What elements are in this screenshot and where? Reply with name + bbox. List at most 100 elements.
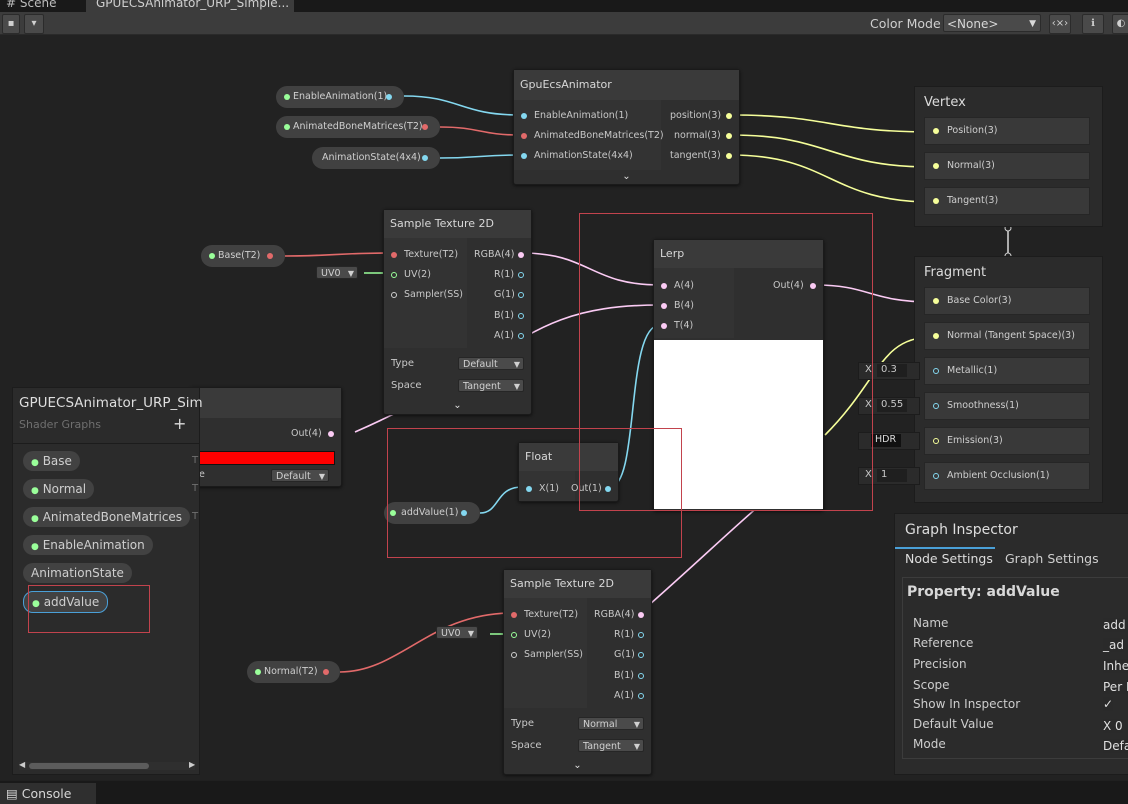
- collapse-chevron-icon[interactable]: ⌄: [384, 400, 531, 414]
- output-port-icon[interactable]: [422, 155, 428, 161]
- input-port-icon[interactable]: [511, 652, 517, 658]
- output-port-icon[interactable]: [422, 124, 428, 130]
- input-port-icon[interactable]: [511, 632, 517, 638]
- console-tab[interactable]: ▤ Console: [0, 783, 96, 804]
- sample-texture-node-2[interactable]: Sample Texture 2D Texture(T2) UV(2) Samp…: [503, 569, 652, 775]
- type-dropdown[interactable]: Default ▼: [458, 357, 524, 370]
- hdr-swatch[interactable]: HDR: [871, 434, 901, 447]
- output-port-icon[interactable]: [518, 252, 524, 258]
- fragment-slot-emission[interactable]: Emission(3): [924, 427, 1090, 455]
- console-bar: [0, 781, 1128, 804]
- type-dropdown[interactable]: Normal ▼: [578, 717, 644, 730]
- property-node-state[interactable]: AnimationState(4x4): [312, 147, 440, 169]
- input-port-icon[interactable]: [511, 612, 517, 618]
- input-port-icon[interactable]: [521, 113, 527, 119]
- input-port-icon[interactable]: [933, 298, 939, 304]
- input-port-icon[interactable]: [933, 333, 939, 339]
- property-label: Base: [42, 454, 72, 468]
- output-port-icon[interactable]: [267, 253, 273, 259]
- fragment-slot-smoothness[interactable]: Smoothness(1): [924, 392, 1090, 420]
- input-port-icon[interactable]: [391, 292, 397, 298]
- output-port-icon[interactable]: [638, 693, 644, 699]
- input-port-icon[interactable]: [933, 128, 939, 134]
- output-port-icon[interactable]: [518, 272, 524, 278]
- output-port-icon[interactable]: [726, 113, 732, 119]
- space-dropdown[interactable]: Tangent ▼: [458, 379, 524, 392]
- type-value: Normal: [583, 719, 618, 730]
- smoothness-value[interactable]: 0.55: [877, 399, 907, 412]
- port-texture-label: Texture(T2): [404, 249, 459, 260]
- color-node[interactable]: Out(4) e Default ▼: [190, 387, 342, 487]
- horizontal-scrollbar[interactable]: ◀ ▶: [19, 760, 195, 770]
- uv-dropdown-1[interactable]: UV0 ▼: [316, 266, 358, 279]
- input-port-icon[interactable]: [933, 473, 939, 479]
- output-port-icon[interactable]: [386, 94, 392, 100]
- output-port-icon[interactable]: [726, 153, 732, 159]
- ao-value[interactable]: 1: [877, 469, 907, 482]
- output-port-icon[interactable]: [328, 431, 334, 437]
- show-in-inspector-label: Show In Inspector: [913, 697, 1021, 711]
- port-b-label: B(1): [494, 310, 514, 321]
- input-port-icon[interactable]: [521, 153, 527, 159]
- input-port-icon[interactable]: [391, 252, 397, 258]
- property-node-bones[interactable]: AnimatedBoneMatrices(T2): [276, 116, 440, 138]
- vertex-slot-position[interactable]: Position(3): [924, 117, 1090, 145]
- reference-field[interactable]: _ad: [1103, 638, 1124, 652]
- add-property-button[interactable]: +: [173, 414, 186, 433]
- input-port-icon[interactable]: [933, 438, 939, 444]
- port-texture-label: Texture(T2): [524, 609, 579, 620]
- vertex-slot-tangent[interactable]: Tangent(3): [924, 187, 1090, 215]
- blackboard-property-state[interactable]: AnimationState: [23, 563, 132, 583]
- output-port-icon[interactable]: [638, 612, 644, 618]
- property-node-normal[interactable]: Normal(T2): [247, 661, 340, 683]
- collapse-chevron-icon[interactable]: ⌄: [514, 170, 739, 184]
- gpu-ecs-animator-node[interactable]: GpuEcsAnimator EnableAnimation(1) Animat…: [513, 69, 740, 185]
- output-port-icon[interactable]: [518, 333, 524, 339]
- fragment-slot-ao[interactable]: Ambient Occlusion(1): [924, 462, 1090, 490]
- port-enable-label: EnableAnimation(1): [534, 110, 629, 121]
- fragment-slot-metallic[interactable]: Metallic(1): [924, 357, 1090, 385]
- input-port-icon[interactable]: [933, 368, 939, 374]
- output-port-icon[interactable]: [518, 292, 524, 298]
- output-port-icon[interactable]: [638, 632, 644, 638]
- scroll-left-icon[interactable]: ◀: [19, 760, 25, 769]
- highlight-box-addvalue: [28, 585, 150, 633]
- mode-dropdown[interactable]: Default ▼: [271, 469, 329, 482]
- vertex-slot-normal[interactable]: Normal(3): [924, 152, 1090, 180]
- property-node-base[interactable]: Base(T2): [201, 245, 285, 267]
- input-port-icon[interactable]: [933, 198, 939, 204]
- input-port-icon[interactable]: [521, 133, 527, 139]
- name-field[interactable]: add: [1103, 618, 1126, 632]
- fragment-slot-base-color[interactable]: Base Color(3): [924, 287, 1090, 315]
- blackboard-property-bones[interactable]: ● AnimatedBoneMatrices: [23, 507, 191, 527]
- sample-texture-node-1[interactable]: Sample Texture 2D Texture(T2) UV(2) Samp…: [383, 209, 532, 415]
- graph-inspector: Graph Inspector Node Settings Graph Sett…: [894, 513, 1128, 775]
- blackboard-property-base[interactable]: ● Base: [23, 451, 80, 471]
- metallic-value[interactable]: 0.3: [877, 364, 907, 377]
- output-port-icon[interactable]: [638, 652, 644, 658]
- scrollbar-thumb[interactable]: [29, 763, 149, 769]
- output-port-icon[interactable]: [518, 313, 524, 319]
- uv-dropdown-2[interactable]: UV0 ▼: [436, 626, 478, 639]
- output-port-icon[interactable]: [726, 133, 732, 139]
- color-swatch[interactable]: [199, 451, 335, 465]
- blackboard-property-normal[interactable]: ● Normal: [23, 479, 95, 499]
- blackboard-property-enable[interactable]: ● EnableAnimation: [23, 535, 153, 555]
- mode-dropdown[interactable]: Defa: [1103, 739, 1128, 753]
- input-port-icon[interactable]: [933, 163, 939, 169]
- precision-dropdown[interactable]: Inhe: [1103, 659, 1128, 673]
- output-port-icon[interactable]: [638, 673, 644, 679]
- collapse-chevron-icon[interactable]: ⌄: [504, 760, 651, 774]
- input-port-icon[interactable]: [933, 403, 939, 409]
- scroll-right-icon[interactable]: ▶: [189, 760, 195, 769]
- output-port-icon[interactable]: [323, 669, 329, 675]
- input-port-icon[interactable]: [391, 272, 397, 278]
- space-dropdown[interactable]: Tangent ▼: [578, 739, 644, 752]
- fragment-slot-normal[interactable]: Normal (Tangent Space)(3): [924, 322, 1090, 350]
- show-in-inspector-checkbox[interactable]: ✓: [1103, 697, 1114, 711]
- tab-node-settings[interactable]: Node Settings: [895, 547, 995, 569]
- scope-dropdown[interactable]: Per I: [1103, 680, 1128, 694]
- property-node-enable[interactable]: EnableAnimation(1): [276, 86, 404, 108]
- tab-graph-settings[interactable]: Graph Settings: [1005, 549, 1099, 569]
- default-value-field[interactable]: X 0: [1103, 719, 1123, 733]
